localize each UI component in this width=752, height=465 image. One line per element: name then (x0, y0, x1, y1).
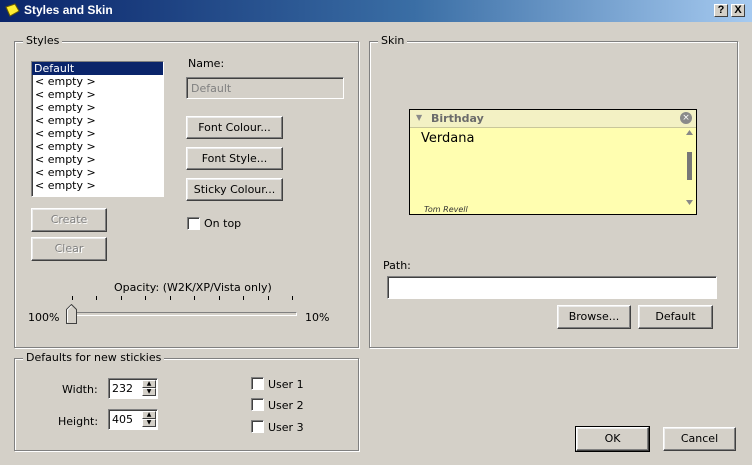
opacity-slider-thumb[interactable] (66, 304, 77, 324)
path-label: Path: (383, 259, 411, 272)
user1-checkbox[interactable] (251, 377, 264, 390)
cancel-button[interactable]: Cancel (663, 427, 736, 451)
slider-tick (292, 296, 293, 300)
height-value: 405 (112, 413, 133, 426)
help-button[interactable]: ? (714, 4, 728, 17)
opacity-min-label: 100% (28, 311, 60, 324)
style-list-item[interactable]: < empty > (32, 101, 163, 114)
on-top-label: On top (204, 217, 242, 230)
spin-down-icon[interactable]: ▼ (142, 388, 156, 396)
style-list-item[interactable]: < empty > (32, 179, 163, 192)
browse-button[interactable]: Browse... (557, 305, 631, 329)
slider-tick (243, 296, 244, 300)
title-bar[interactable]: Styles and Skin ? X (0, 0, 752, 22)
opacity-max-label: 10% (305, 311, 330, 324)
sticky-preview-title: Birthday (431, 112, 484, 125)
default-skin-button[interactable]: Default (638, 305, 713, 329)
slider-tick (170, 296, 171, 300)
user1-label: User 1 (268, 378, 304, 391)
collapse-arrow-icon: ▼ (416, 113, 423, 122)
font-colour-button[interactable]: Font Colour... (186, 116, 283, 139)
sticky-preview-signature: Tom Revell (424, 205, 468, 214)
style-list-item[interactable]: Default (32, 62, 163, 75)
sticky-preview-header: ▼ Birthday × (410, 110, 696, 128)
user2-checkbox[interactable] (251, 398, 264, 411)
close-button[interactable]: X (731, 4, 745, 17)
style-list-item[interactable]: < empty > (32, 140, 163, 153)
style-list-item[interactable]: < empty > (32, 127, 163, 140)
opacity-slider-track[interactable] (69, 312, 297, 316)
spin-up-icon[interactable]: ▲ (142, 380, 156, 388)
defaults-group-title: Defaults for new stickies (23, 351, 165, 364)
sticky-preview-text: Verdana (421, 131, 475, 146)
width-spinner[interactable]: 232 ▲ ▼ (108, 378, 158, 399)
user2-label: User 2 (268, 399, 304, 412)
user3-checkbox[interactable] (251, 420, 264, 433)
width-label: Width: (62, 383, 98, 396)
sticky-colour-button[interactable]: Sticky Colour... (186, 178, 283, 201)
close-circle-icon: × (680, 112, 692, 124)
height-spinner[interactable]: 405 ▲ ▼ (108, 409, 158, 430)
name-label: Name: (188, 57, 225, 70)
slider-tick (194, 296, 195, 300)
path-input[interactable] (387, 276, 717, 299)
spin-up-icon[interactable]: ▲ (142, 411, 156, 419)
window-title: Styles and Skin (24, 3, 113, 17)
skin-group-title: Skin (378, 34, 408, 47)
opacity-label: Opacity: (W2K/XP/Vista only) (114, 281, 272, 294)
style-list-item[interactable]: < empty > (32, 75, 163, 88)
slider-tick (121, 296, 122, 300)
name-field[interactable]: Default (186, 77, 344, 99)
clear-button[interactable]: Clear (31, 237, 107, 261)
on-top-checkbox[interactable] (187, 217, 200, 230)
width-value: 232 (112, 382, 133, 395)
slider-tick (145, 296, 146, 300)
font-style-button[interactable]: Font Style... (186, 147, 283, 170)
slider-tick (219, 296, 220, 300)
slider-tick (268, 296, 269, 300)
ok-button[interactable]: OK (575, 426, 650, 452)
spin-down-icon[interactable]: ▼ (142, 419, 156, 427)
sticky-preview-scrollbar (686, 130, 693, 205)
sticky-note-app-icon (5, 3, 20, 17)
style-list-item[interactable]: < empty > (32, 114, 163, 127)
defaults-group: Defaults for new stickies (14, 351, 359, 451)
sticky-preview: ▼ Birthday × Verdana Tom Revell (409, 109, 697, 215)
create-button[interactable]: Create (31, 208, 107, 232)
slider-tick (72, 296, 73, 300)
slider-tick (96, 296, 97, 300)
styles-group-title: Styles (23, 34, 63, 47)
height-label: Height: (58, 415, 99, 428)
name-field-placeholder: Default (191, 82, 232, 95)
style-list-item[interactable]: < empty > (32, 153, 163, 166)
user3-label: User 3 (268, 421, 304, 434)
style-list-item[interactable]: < empty > (32, 166, 163, 179)
style-list-item[interactable]: < empty > (32, 88, 163, 101)
styles-and-skin-dialog: Styles and Skin ? X Styles Default < emp… (0, 0, 752, 465)
style-list[interactable]: Default < empty > < empty > < empty > < … (31, 61, 164, 197)
